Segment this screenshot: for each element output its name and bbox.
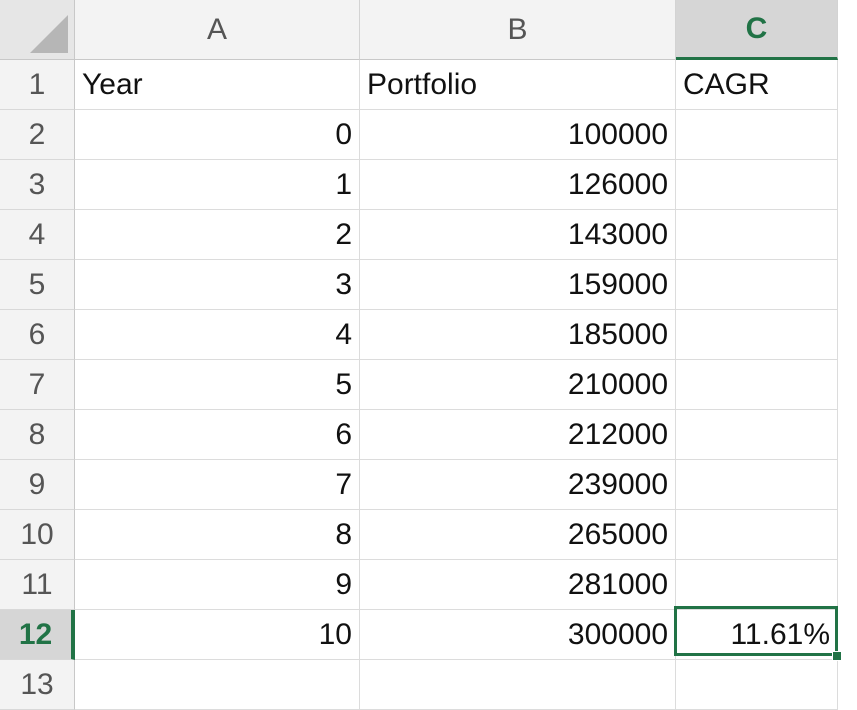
cell-b12[interactable]: 300000: [360, 610, 676, 660]
column-header-b[interactable]: B: [360, 0, 676, 60]
cell-c10[interactable]: [676, 510, 838, 560]
cell-c5[interactable]: [676, 260, 838, 310]
cell-b7[interactable]: 210000: [360, 360, 676, 410]
cell-b10[interactable]: 265000: [360, 510, 676, 560]
cell-a7[interactable]: 5: [75, 360, 360, 410]
row-header-4[interactable]: 4: [0, 210, 75, 260]
cell-a12[interactable]: 10: [75, 610, 360, 660]
row-header-5[interactable]: 5: [0, 260, 75, 310]
row-header-13[interactable]: 13: [0, 660, 75, 710]
cell-a6[interactable]: 4: [75, 310, 360, 360]
select-all-triangle-icon: [30, 15, 68, 53]
cell-b2[interactable]: 100000: [360, 110, 676, 160]
cell-a2[interactable]: 0: [75, 110, 360, 160]
cell-b5[interactable]: 159000: [360, 260, 676, 310]
cell-a4[interactable]: 2: [75, 210, 360, 260]
cell-c1[interactable]: CAGR: [676, 60, 838, 110]
cell-b3[interactable]: 126000: [360, 160, 676, 210]
cell-a3[interactable]: 1: [75, 160, 360, 210]
cell-a9[interactable]: 7: [75, 460, 360, 510]
row-header-9[interactable]: 9: [0, 460, 75, 510]
cell-b4[interactable]: 143000: [360, 210, 676, 260]
row-header-11[interactable]: 11: [0, 560, 75, 610]
cell-b6[interactable]: 185000: [360, 310, 676, 360]
row-header-3[interactable]: 3: [0, 160, 75, 210]
column-header-c[interactable]: C: [676, 0, 838, 60]
row-header-8[interactable]: 8: [0, 410, 75, 460]
cell-c13[interactable]: [676, 660, 838, 710]
cell-a11[interactable]: 9: [75, 560, 360, 610]
row-header-7[interactable]: 7: [0, 360, 75, 410]
row-header-1[interactable]: 1: [0, 60, 75, 110]
cell-c4[interactable]: [676, 210, 838, 260]
cell-c12[interactable]: 11.61%: [676, 610, 838, 660]
cell-b9[interactable]: 239000: [360, 460, 676, 510]
cell-c7[interactable]: [676, 360, 838, 410]
column-header-a[interactable]: A: [75, 0, 360, 60]
row-header-12[interactable]: 12: [0, 610, 75, 660]
select-all-button[interactable]: [0, 0, 75, 60]
cell-c9[interactable]: [676, 460, 838, 510]
row-header-2[interactable]: 2: [0, 110, 75, 160]
cell-a8[interactable]: 6: [75, 410, 360, 460]
cell-b1[interactable]: Portfolio: [360, 60, 676, 110]
cell-b8[interactable]: 212000: [360, 410, 676, 460]
spreadsheet-grid: A B C 1 Year Portfolio CAGR 2 0 100000 3 1 126000…: [0, 0, 857, 710]
cell-b11[interactable]: 281000: [360, 560, 676, 610]
cell-b13[interactable]: [360, 660, 676, 710]
cell-a10[interactable]: 8: [75, 510, 360, 560]
cell-c6[interactable]: [676, 310, 838, 360]
cell-c8[interactable]: [676, 410, 838, 460]
row-header-10[interactable]: 10: [0, 510, 75, 560]
fill-handle[interactable]: [832, 651, 842, 661]
cell-a13[interactable]: [75, 660, 360, 710]
cell-a5[interactable]: 3: [75, 260, 360, 310]
cell-c3[interactable]: [676, 160, 838, 210]
cell-c11[interactable]: [676, 560, 838, 610]
cell-a1[interactable]: Year: [75, 60, 360, 110]
cell-c2[interactable]: [676, 110, 838, 160]
row-header-6[interactable]: 6: [0, 310, 75, 360]
